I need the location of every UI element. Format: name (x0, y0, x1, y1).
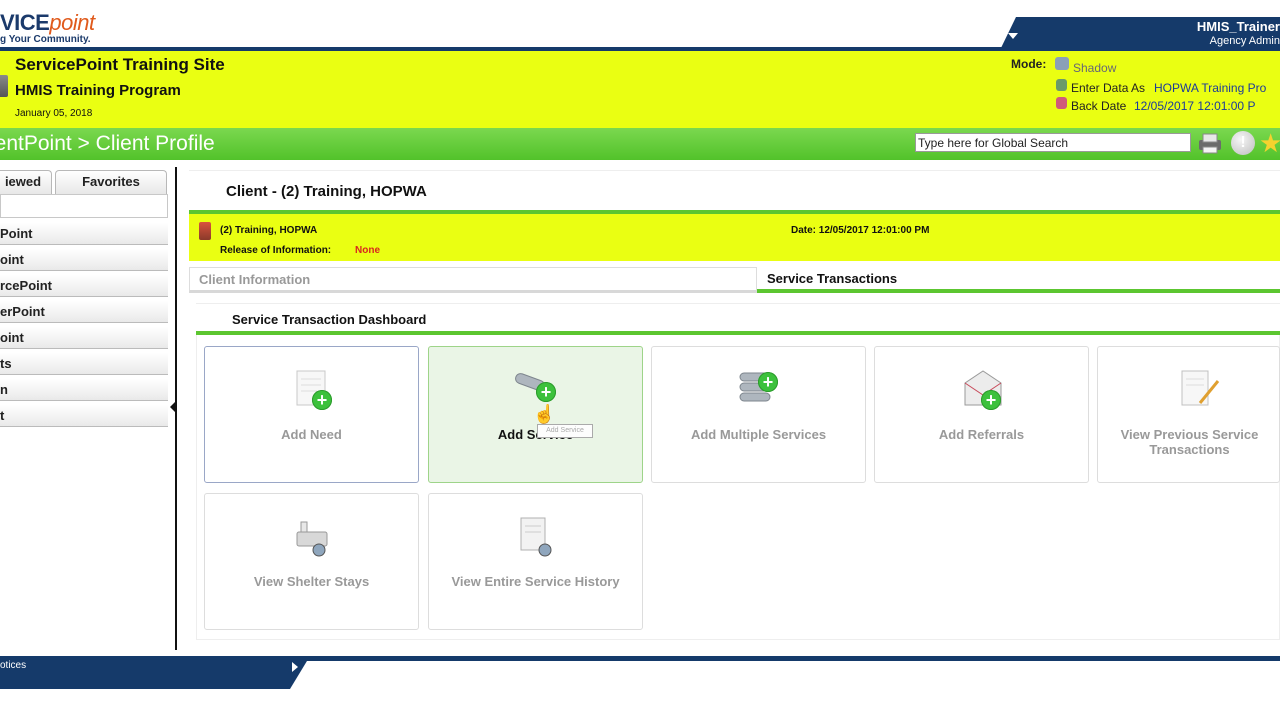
site-icon (0, 75, 8, 97)
view-shelter-stays-icon (296, 521, 328, 557)
sidebar-panel (0, 194, 168, 218)
client-title: Client - (2) Training, HOPWA (226, 183, 427, 200)
logo-prefix: VICE (0, 10, 50, 35)
user-menu[interactable]: HMIS_Trainer Agency Admin (1000, 17, 1280, 50)
add-need-tile[interactable]: + Add Need (204, 346, 419, 483)
user-role: Agency Admin (1209, 35, 1280, 47)
tile-label: View Shelter Stays (253, 574, 370, 589)
roi-value: None (355, 245, 380, 256)
expand-notices-icon[interactable] (292, 662, 298, 672)
tile-label: Add Need (281, 427, 342, 442)
sidebar-item-resourcepoint[interactable]: rcePoint (0, 275, 168, 297)
tab-service-transactions[interactable]: Service Transactions (757, 267, 1280, 293)
dashboard-title: Service Transaction Dashboard (232, 312, 427, 327)
client-info-band: (2) Training, HOPWA Release of Informati… (189, 214, 1280, 261)
sidebar-item-shelterpoint[interactable]: erPoint (0, 301, 168, 323)
collapse-sidebar-icon[interactable] (170, 401, 176, 413)
tab-recently-viewed[interactable]: iewed (0, 170, 52, 194)
enter-data-as-icon (1056, 79, 1067, 91)
breadcrumb-bar: ientPoint > Client Profile ! ★ (0, 128, 1280, 160)
notices-panel[interactable]: otices (0, 656, 310, 689)
notices-label: otices (0, 660, 27, 671)
sidebar-item-logout[interactable]: t (0, 405, 168, 427)
logo-tagline: g Your Community. (0, 34, 91, 45)
global-search-input[interactable] (915, 133, 1191, 152)
tooltip: Add Service (537, 424, 593, 438)
client-name: (2) Training, HOPWA (220, 225, 318, 236)
sidebar-item-reports[interactable]: ts (0, 353, 168, 375)
plus-icon: + (981, 390, 1001, 410)
plus-icon: + (758, 372, 778, 392)
tile-label: Add Multiple Services (690, 427, 827, 442)
tab-favorites[interactable]: Favorites (55, 170, 167, 194)
view-service-history-tile[interactable]: View Entire Service History (428, 493, 643, 630)
client-header: Client - (2) Training, HOPWA (189, 170, 1280, 212)
bottom-bar: otices (0, 656, 1280, 689)
app-window: VICEpoint g Your Community. HMIS_Trainer… (0, 0, 1280, 720)
servicepoint-logo[interactable]: VICEpoint g Your Community. (0, 10, 95, 45)
sidebar-item-point-2[interactable]: oint (0, 249, 168, 271)
view-shelter-stays-tile[interactable]: View Shelter Stays (204, 493, 419, 630)
add-service-tile[interactable]: + Add Service Add Service ☝ (428, 346, 643, 483)
printer-icon[interactable] (1196, 132, 1224, 154)
mode-label: Mode: (1011, 57, 1047, 71)
view-previous-transactions-icon (1181, 370, 1220, 406)
mode-value[interactable]: Shadow (1073, 61, 1116, 75)
site-program: HMIS Training Program (15, 82, 181, 99)
back-date-label: Back Date (1071, 99, 1127, 113)
plus-icon: + (536, 382, 556, 402)
site-header: ServicePoint Training Site HMIS Training… (0, 51, 1280, 128)
top-bar: VICEpoint g Your Community. HMIS_Trainer… (0, 0, 1280, 51)
hand-cursor-icon: ☝ (533, 404, 556, 424)
site-title: ServicePoint Training Site (15, 55, 225, 74)
logo-accent: point (49, 10, 95, 35)
roi-label: Release of Information: (220, 245, 332, 256)
tile-label: View Previous Service Transactions (1120, 427, 1259, 457)
logo-wordmark: VICEpoint (0, 10, 95, 36)
sidebar-item-clientpoint[interactable]: Point (0, 223, 168, 245)
dashboard-header: Service Transaction Dashboard (196, 303, 1280, 333)
chevron-down-icon[interactable] (1008, 33, 1018, 39)
client-date: Date: 12/05/2017 12:01:00 PM (791, 225, 930, 236)
enter-data-as-label: Enter Data As (1071, 81, 1146, 95)
tile-label: Add Service (497, 427, 574, 442)
sidebar-item-admin[interactable]: n (0, 379, 168, 401)
view-previous-transactions-tile[interactable]: View Previous Service Transactions (1097, 346, 1280, 483)
back-date-icon (1056, 97, 1067, 109)
plus-icon: + (312, 390, 332, 410)
tile-label: Add Referrals (938, 427, 1025, 442)
add-multiple-services-tile[interactable]: + Add Multiple Services (651, 346, 866, 483)
alert-icon[interactable]: ! (1231, 131, 1255, 155)
user-name: HMIS_Trainer (1196, 19, 1280, 34)
sidebar-item-point-5[interactable]: oint (0, 327, 168, 349)
star-icon[interactable]: ★ (1259, 129, 1280, 157)
client-icon (199, 222, 211, 240)
bottom-divider (300, 656, 1280, 661)
tab-client-information[interactable]: Client Information (189, 267, 757, 293)
sidebar: iewed Favorites Point oint rcePoint erPo… (0, 167, 177, 650)
enter-data-as-link[interactable]: HOPWA Training Pro (1154, 81, 1266, 95)
tile-label: View Entire Service History (451, 574, 620, 589)
shadow-mode-icon (1055, 57, 1069, 70)
breadcrumb: ientPoint > Client Profile (0, 132, 215, 155)
back-date-link[interactable]: 12/05/2017 12:01:00 P (1134, 99, 1255, 113)
view-service-history-icon (520, 517, 552, 557)
add-referrals-tile[interactable]: + Add Referrals (874, 346, 1089, 483)
site-date: January 05, 2018 (15, 108, 93, 119)
